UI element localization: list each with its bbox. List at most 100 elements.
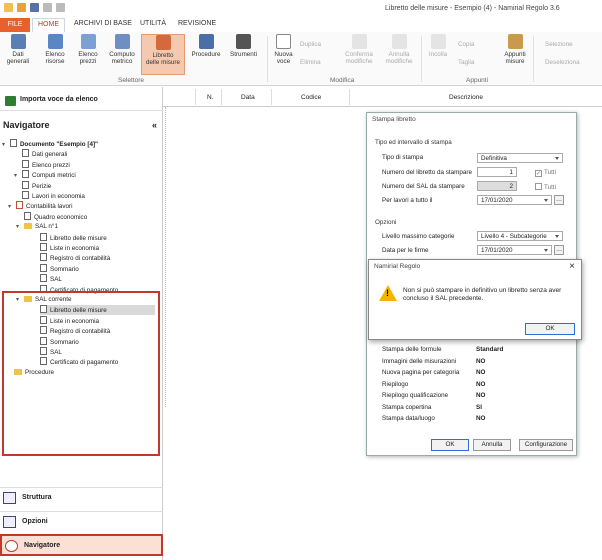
date-picker-button[interactable]: … (554, 245, 564, 255)
document-icon (10, 139, 17, 147)
tree-item-label: SAL (50, 276, 62, 284)
col-n[interactable]: N. (207, 94, 214, 101)
tab-utilita[interactable]: UTILITÀ (140, 20, 166, 27)
tree-item[interactable]: ▾ Contabilità lavori (8, 201, 73, 211)
col-descrizione[interactable]: Descrizione (449, 94, 483, 101)
tree-item-label: Elenco prezzi (32, 161, 70, 169)
date-picker-button[interactable]: … (554, 195, 564, 205)
tree-item[interactable]: Registro di contabilità (40, 253, 110, 263)
tree-item[interactable]: Libretto delle misure (40, 232, 107, 243)
opzioni-button[interactable]: Opzioni (0, 511, 163, 531)
expand-icon[interactable]: ▾ (2, 140, 10, 150)
tree-item[interactable]: Perizie (22, 180, 51, 191)
dati-generali-button[interactable]: Dati generali (3, 34, 33, 65)
separator (533, 36, 534, 82)
splitter[interactable] (163, 107, 166, 407)
tree-item[interactable]: Liste in economia (40, 243, 99, 253)
option-value[interactable]: SI (476, 404, 482, 411)
ok-button[interactable]: OK (431, 439, 469, 451)
undo-icon[interactable] (43, 3, 52, 12)
tree-item[interactable]: ▾ SAL n°1 (16, 222, 58, 232)
appunti-misure-button[interactable]: Appunti misure (500, 34, 530, 65)
group-appunti: Appunti (466, 77, 489, 84)
redo-icon[interactable] (56, 3, 65, 12)
copia-button[interactable]: Copia (458, 41, 474, 48)
tree-item[interactable]: Elenco prezzi (22, 159, 70, 170)
tutti-sal-checkbox[interactable]: Tutti (535, 183, 556, 191)
collapse-icon[interactable]: « (152, 120, 157, 130)
expand-icon[interactable]: ▾ (8, 202, 16, 212)
save-icon[interactable] (30, 3, 39, 12)
selezione-button[interactable]: Selezione (545, 41, 573, 48)
duplica-button[interactable]: Duplica (300, 41, 321, 48)
cancel-icon (391, 34, 407, 49)
procedure-button[interactable]: Procedure (190, 34, 222, 58)
open-icon[interactable] (17, 3, 26, 12)
deseleziona-button[interactable]: Deseleziona (545, 59, 580, 66)
option-value[interactable]: NO (476, 369, 485, 376)
import-voce-button[interactable]: Importa voce da elenco (0, 91, 163, 111)
data-firme-date[interactable]: 17/01/2020 (477, 245, 552, 255)
tree-item[interactable]: Sommario (40, 263, 79, 274)
tree-item[interactable]: Quadro economico (24, 211, 87, 222)
tree-item[interactable]: ▾ Documento "Esempio [4]" (2, 139, 98, 149)
tab-revisione[interactable]: REVISIONE (178, 20, 216, 27)
tab-archivi-di-base[interactable]: ARCHIVI DI BASE (74, 20, 132, 27)
elenco-prezzi-button[interactable]: Elenco prezzi (73, 34, 103, 65)
window-title: Libretto delle misure - Esempio (4) - Na… (385, 5, 560, 12)
error-alert: Namirial Regolo × ! Non si può stampare … (368, 259, 582, 340)
nuova-voce-button[interactable]: Nuova voce (271, 34, 296, 65)
configurazione-button[interactable]: Configurazione (519, 439, 573, 451)
clipboard-icon (507, 34, 523, 49)
annulla-button[interactable]: Annulla (473, 439, 511, 451)
tutti-libretto-checkbox[interactable]: ✓ Tutti (535, 169, 556, 177)
expand-icon[interactable]: ▾ (14, 171, 22, 181)
option-value[interactable]: NO (476, 358, 485, 365)
document-icon (40, 232, 47, 241)
option-value[interactable]: NO (476, 381, 485, 388)
col-codice[interactable]: Codice (301, 94, 321, 101)
alert-ok-button[interactable]: OK (525, 323, 575, 335)
num-sal-label: Numero del SAL da stampare (382, 183, 465, 190)
close-icon[interactable]: × (569, 261, 575, 272)
option-value[interactable]: NO (476, 415, 485, 422)
num-libretto-input[interactable]: 1 (477, 167, 517, 177)
tab-home[interactable]: HOME (32, 18, 65, 32)
compass-icon (5, 540, 18, 552)
folder-icon[interactable] (4, 3, 13, 12)
livello-label: Livello massimo categorie (382, 233, 455, 240)
structure-icon (3, 492, 16, 504)
livello-select[interactable]: Livello 4 - Subcategorie (477, 231, 563, 241)
taglia-button[interactable]: Taglia (458, 59, 474, 66)
price-list-icon (80, 34, 96, 49)
incolla-button[interactable]: Incolla (424, 34, 452, 58)
title-bar: Libretto delle misure - Esempio (4) - Na… (0, 0, 602, 18)
libretto-misure-button[interactable]: Libretto delle misure (141, 34, 185, 75)
tree-item[interactable]: Lavori in economia (22, 191, 85, 201)
computo-metrico-button[interactable]: Computo metrico (106, 34, 138, 65)
paste-icon (430, 34, 446, 49)
annulla-modifiche-button[interactable]: Annulla modifiche (381, 34, 417, 65)
strumenti-button[interactable]: Strumenti (227, 34, 260, 58)
col-data[interactable]: Data (241, 94, 255, 101)
option-value[interactable]: NO (476, 392, 485, 399)
struttura-button[interactable]: Struttura (0, 487, 163, 507)
tree-item[interactable]: ▾ Computi metrici (14, 170, 76, 180)
elenco-risorse-button[interactable]: Elenco risorse (40, 34, 70, 65)
expand-icon[interactable]: ▾ (16, 222, 24, 232)
tree-item-label: Libretto delle misure (50, 234, 107, 242)
elimina-button[interactable]: Elimina (300, 59, 321, 66)
import-icon (5, 96, 16, 106)
tree-item[interactable]: Dati generali (22, 149, 67, 159)
tab-file[interactable]: FILE (0, 18, 30, 32)
num-sal-input[interactable]: 2 (477, 181, 517, 191)
document-icon (22, 180, 29, 189)
conferma-modifiche-button[interactable]: Conferma modifiche (340, 34, 378, 65)
tree-item[interactable]: SAL (40, 274, 62, 284)
navigatore-button[interactable]: Navigatore (0, 534, 163, 556)
document-icon (40, 253, 47, 262)
option-value[interactable]: Standard (476, 346, 503, 353)
tipo-select[interactable]: Definitiva (477, 153, 563, 163)
per-lavori-date[interactable]: 17/01/2020 (477, 195, 552, 205)
calculator-icon (114, 34, 130, 49)
